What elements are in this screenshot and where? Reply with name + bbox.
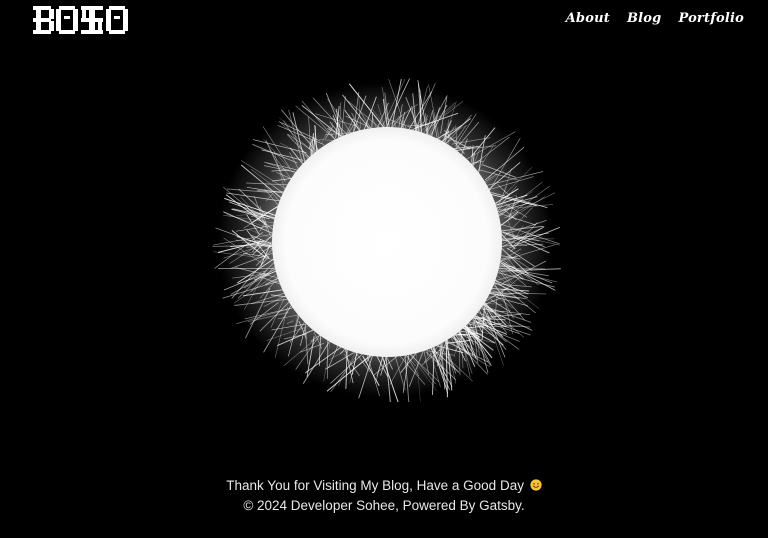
footer-copyright: © 2024 Developer Sohee, Powered By Gatsb… — [243, 497, 525, 513]
footer-thanks-text: Thank You for Visiting My Blog, Have a G… — [226, 478, 524, 493]
site-logo[interactable] — [31, 2, 131, 38]
sun-scribble-graphic — [212, 78, 561, 408]
smiling-face-emoji-icon — [530, 479, 542, 491]
footer-thanks-line: Thank You for Visiting My Blog, Have a G… — [0, 476, 768, 496]
nav-portfolio-link[interactable]: Portfolio — [678, 11, 744, 26]
nav-about-link[interactable]: About — [566, 11, 610, 26]
page: About Blog Portfolio Thank You for Visit… — [0, 0, 768, 538]
nav-blog-link[interactable]: Blog — [627, 11, 662, 26]
main-nav: About Blog Portfolio — [566, 11, 744, 26]
sun-core — [272, 127, 502, 357]
logo-pixel-wordmark — [33, 6, 128, 34]
hero-sun-illustration — [205, 78, 565, 408]
site-footer: Thank You for Visiting My Blog, Have a G… — [0, 476, 768, 515]
